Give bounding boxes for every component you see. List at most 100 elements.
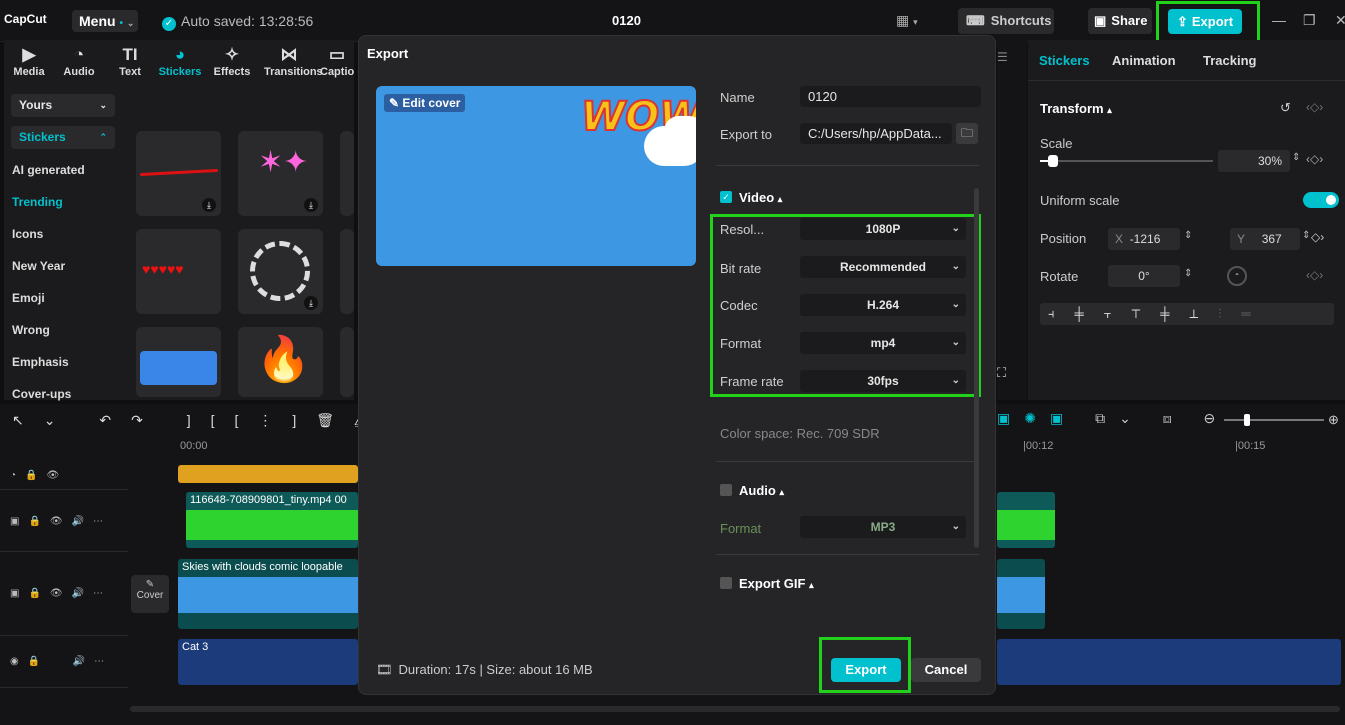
- export-path-input[interactable]: C:/Users/hp/AppData...: [800, 123, 952, 144]
- background-clip[interactable]: Skies with clouds comic loopable: [178, 559, 358, 629]
- capcut-logo: CapCut: [4, 12, 47, 26]
- resolution-select[interactable]: 1080P ⌄: [800, 218, 966, 240]
- minimize-icon[interactable]: —: [1272, 12, 1286, 28]
- sticker-partial[interactable]: [340, 327, 354, 397]
- stepper-icon[interactable]: ⇕: [1292, 152, 1300, 163]
- tool-media[interactable]: ▶ Media: [4, 44, 54, 78]
- timeline-tools[interactable]: ↖⌄ ↶↷ ][[⋮]🗑⧋: [12, 412, 387, 429]
- track-icons[interactable]: ▣🔒👁🔊⋯: [10, 588, 112, 599]
- zoom-in-icon[interactable]: ⊕: [1328, 412, 1339, 428]
- sticker-fire[interactable]: 🔥: [238, 327, 323, 397]
- video-text: Video: [739, 190, 775, 205]
- tool-audio[interactable]: ◔ Audio: [54, 44, 104, 78]
- yours-dropdown[interactable]: Yours ⌄: [11, 94, 115, 117]
- position-y-input[interactable]: Y 367: [1230, 228, 1300, 250]
- download-icon[interactable]: ⤓: [304, 296, 318, 310]
- video-clip-tail[interactable]: [997, 492, 1055, 548]
- sticker-red-line[interactable]: ⤓: [136, 131, 221, 216]
- zoom-knob[interactable]: [1244, 414, 1250, 426]
- audio-clip-tail[interactable]: [997, 639, 1341, 685]
- scale-slider[interactable]: [1040, 155, 1213, 167]
- gif-text: Export GIF: [739, 576, 806, 591]
- sticker-partial[interactable]: [340, 229, 354, 314]
- stickers-dropdown[interactable]: Stickers ⌃: [11, 126, 115, 149]
- cancel-button[interactable]: Cancel: [911, 658, 981, 682]
- share-button[interactable]: ▣ Share: [1088, 8, 1152, 34]
- rotate-dial-icon[interactable]: -: [1227, 266, 1247, 286]
- timeline-scrollbar[interactable]: [130, 706, 1340, 712]
- tool-transitions[interactable]: ⋈ Transitions: [264, 44, 323, 78]
- settings-scrollbar[interactable]: [974, 188, 979, 548]
- download-icon[interactable]: ⤓: [304, 198, 318, 212]
- video-checkbox[interactable]: ✓: [720, 191, 732, 203]
- transform-heading[interactable]: Transform ▴: [1040, 101, 1112, 116]
- tab-stickers[interactable]: Stickers: [1039, 53, 1090, 68]
- sticker-fireworks[interactable]: ✶✦ ⤓: [238, 131, 323, 216]
- align-toolbar[interactable]: ⫞╪⫟⊤╪⊥⫶═: [1040, 303, 1334, 325]
- tool-captions[interactable]: ▭ Captio: [320, 44, 354, 78]
- keyframe-icon[interactable]: ‹◇›: [1306, 268, 1323, 282]
- name-input[interactable]: 0120: [800, 86, 981, 107]
- tab-tracking[interactable]: Tracking: [1203, 53, 1256, 68]
- stepper-icon[interactable]: ⇕: [1184, 230, 1192, 241]
- maximize-icon[interactable]: ❐: [1303, 12, 1316, 29]
- position-x-input[interactable]: X -1216: [1108, 228, 1180, 250]
- sidebar-item-trending[interactable]: Trending: [12, 195, 63, 209]
- sidebar-item-emoji[interactable]: Emoji: [12, 291, 45, 305]
- tool-stickers[interactable]: ◕ Stickers: [155, 44, 205, 78]
- cover-button[interactable]: ✎ Cover: [131, 575, 169, 613]
- menu-icon[interactable]: ☰: [997, 50, 1008, 64]
- codec-select[interactable]: H.264 ⌄: [800, 294, 966, 316]
- sidebar-item-wrong[interactable]: Wrong: [12, 323, 50, 337]
- timeline-right-tools[interactable]: ▣✺▣ ⧉⌄ ⧈ ⊖: [997, 410, 1343, 432]
- stepper-icon[interactable]: ⇕: [1302, 230, 1310, 241]
- bitrate-select[interactable]: Recommended ⌄: [800, 256, 966, 278]
- format-select[interactable]: mp4 ⌄: [800, 332, 966, 354]
- sidebar-item-new-year[interactable]: New Year: [12, 259, 65, 273]
- audio-format-select[interactable]: MP3 ⌄: [800, 516, 966, 538]
- reset-icon[interactable]: ↺: [1280, 100, 1291, 116]
- sidebar-item-emphasis[interactable]: Emphasis: [12, 355, 69, 369]
- sidebar-item-icons[interactable]: Icons: [12, 227, 43, 241]
- fullscreen-icon[interactable]: ⛶: [997, 365, 1006, 381]
- keyframe-icon[interactable]: ‹◇›: [1306, 100, 1323, 114]
- shortcuts-button[interactable]: ⌨ Shortcuts: [958, 8, 1054, 34]
- sticker-partial[interactable]: [340, 131, 354, 216]
- keyframe-icon[interactable]: ‹◇›: [1306, 152, 1323, 166]
- tab-animation[interactable]: Animation: [1112, 53, 1176, 68]
- layout-icon[interactable]: ▦ ▾: [896, 12, 918, 29]
- close-icon[interactable]: ✕: [1335, 12, 1345, 29]
- sticker-clip[interactable]: [178, 465, 358, 483]
- rotate-input[interactable]: 0°: [1108, 265, 1180, 287]
- zoom-slider[interactable]: [1224, 414, 1324, 426]
- uniform-scale-toggle[interactable]: [1303, 192, 1339, 208]
- track-icons[interactable]: ▣🔒👁🔊⋯: [10, 516, 112, 527]
- tool-effects[interactable]: ✧ Effects: [207, 44, 257, 78]
- gif-checkbox[interactable]: [720, 577, 732, 589]
- export-button[interactable]: Export: [831, 658, 901, 682]
- video-clip[interactable]: 116648-708909801_tiny.mp4 00: [186, 492, 358, 548]
- top-export-button[interactable]: ⇪ Export: [1168, 9, 1242, 34]
- sidebar-item-ai-generated[interactable]: AI generated: [12, 163, 85, 177]
- stepper-icon[interactable]: ⇕: [1184, 268, 1192, 279]
- tool-text[interactable]: TI Text: [105, 44, 155, 78]
- scale-slider-knob[interactable]: [1048, 155, 1058, 167]
- track-icons[interactable]: ◔🔒👁: [10, 470, 68, 481]
- framerate-select[interactable]: 30fps ⌄: [800, 370, 966, 392]
- sidebar-item-cover-ups[interactable]: Cover-ups: [12, 387, 71, 401]
- track-icons[interactable]: ◉🔒 🔊⋯: [10, 656, 113, 667]
- sticker-blue-rect[interactable]: [136, 327, 221, 397]
- background-clip-tail[interactable]: [997, 559, 1045, 629]
- scale-input[interactable]: 30%: [1218, 150, 1290, 172]
- download-icon[interactable]: ⤓: [202, 198, 216, 212]
- sticker-hearts[interactable]: ♥♥♥♥♥: [136, 229, 221, 314]
- chevron-down-icon: ⌄: [951, 261, 960, 272]
- audio-clip[interactable]: Cat 3: [178, 639, 358, 685]
- keyframe-icon[interactable]: ◇›: [1311, 230, 1324, 244]
- edit-cover-button[interactable]: ✎ Edit cover: [384, 94, 466, 112]
- shortcuts-label: Shortcuts: [990, 13, 1052, 28]
- audio-checkbox[interactable]: [720, 484, 732, 496]
- sticker-loading-ring[interactable]: ⤓: [238, 229, 323, 314]
- menu-button[interactable]: Menu • ⌄: [72, 10, 138, 32]
- folder-icon[interactable]: 🗀: [956, 123, 978, 144]
